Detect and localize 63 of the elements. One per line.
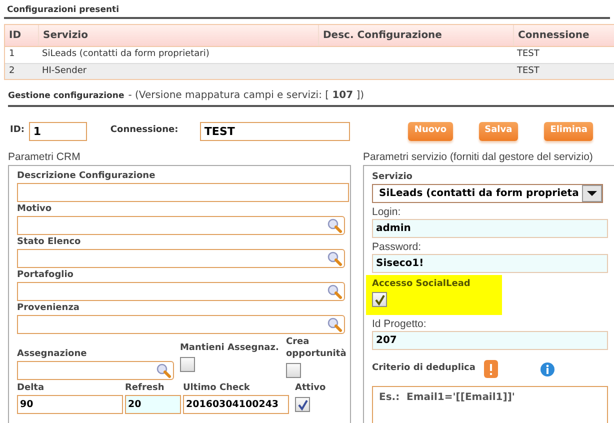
field-label: Delta — [17, 382, 46, 395]
lookup-field[interactable] — [17, 361, 174, 380]
checkbox[interactable] — [295, 397, 310, 412]
field-label: Servizio — [372, 171, 414, 184]
lookup-field[interactable] — [17, 282, 345, 301]
checkbox-label: Crea opportunità — [286, 336, 348, 360]
caret-icon — [582, 185, 602, 202]
field-label: Attivo — [295, 382, 326, 395]
field-label: Assegnazione — [17, 348, 88, 361]
search-icon[interactable] — [327, 218, 342, 233]
table-row[interactable]: 2 HI-Sender TEST — [5, 63, 614, 79]
checkbox[interactable] — [180, 357, 195, 372]
criteria-field[interactable]: Es.: Email1='[[Email1]]' — [372, 386, 608, 423]
service-dropdown[interactable]: SiLeads (contatti da form proprieta — [372, 184, 603, 203]
checkbox-label: Accesso SocialLead — [372, 278, 472, 291]
table-cell: TEST — [517, 66, 540, 76]
version-info: - (Versione mappatura campi e servizi: [ 107 ]) — [128, 89, 364, 103]
checkbox[interactable] — [286, 363, 301, 378]
section-title: Configurazioni presenti — [4, 4, 610, 19]
field-label: Ultimo Check — [183, 382, 251, 395]
panel-title: Parametri servizio (forniti dal gestore del servizio) — [363, 150, 594, 165]
search-icon[interactable] — [327, 251, 342, 266]
field-label: Stato Elenco — [17, 236, 82, 249]
warning-icon[interactable] — [484, 360, 498, 378]
field-label: Login: — [372, 206, 402, 219]
search-icon[interactable] — [156, 363, 171, 378]
table-cell: TEST — [517, 49, 540, 60]
field-label: Descrizione Configurazione — [17, 170, 156, 183]
field-label: Motivo — [17, 203, 53, 216]
column-header[interactable]: Connessione — [513, 25, 614, 46]
checkbox-label: Mantieni Assegnaz. — [180, 342, 279, 354]
search-icon[interactable] — [327, 284, 342, 299]
field-label: ID: — [10, 124, 24, 138]
table-cell: 2 — [9, 66, 15, 76]
field-label: Password: — [372, 241, 422, 254]
field-label: Provenienza — [17, 302, 81, 315]
input-field[interactable]: 20160304100243 — [183, 395, 289, 414]
field-label: Connessione: — [110, 124, 180, 138]
login-field[interactable]: admin — [372, 219, 608, 238]
column-header[interactable]: ID — [5, 25, 38, 46]
connection-field[interactable]: TEST — [200, 122, 350, 140]
input-field[interactable]: 90 — [17, 395, 123, 414]
info-icon[interactable] — [540, 362, 555, 376]
field-label: Refresh — [125, 382, 166, 395]
input-field[interactable] — [17, 183, 349, 202]
lookup-field[interactable] — [17, 216, 345, 235]
table-cell: 1 — [9, 49, 15, 60]
lookup-field[interactable] — [17, 249, 345, 268]
project-id-field[interactable]: 207 — [372, 331, 608, 350]
field-label: Portafoglio — [17, 269, 74, 282]
lookup-field[interactable] — [17, 315, 345, 334]
id-field[interactable]: 1 — [29, 122, 88, 140]
section-title: Gestione configurazione — [8, 90, 124, 103]
column-header[interactable]: Desc. Configurazione — [318, 25, 513, 46]
input-field[interactable]: 20 — [125, 395, 181, 414]
search-icon[interactable] — [327, 317, 342, 332]
checkbox[interactable] — [372, 292, 387, 307]
password-field[interactable]: Siseco1! — [372, 254, 608, 273]
table-cell: HI-Sender — [42, 66, 87, 76]
panel-title: Parametri CRM — [8, 150, 82, 165]
column-header[interactable]: Servizio — [38, 25, 318, 46]
table-cell: SiLeads (contatti da form proprietari) — [42, 49, 210, 60]
field-label: Id Progetto: — [372, 318, 428, 331]
